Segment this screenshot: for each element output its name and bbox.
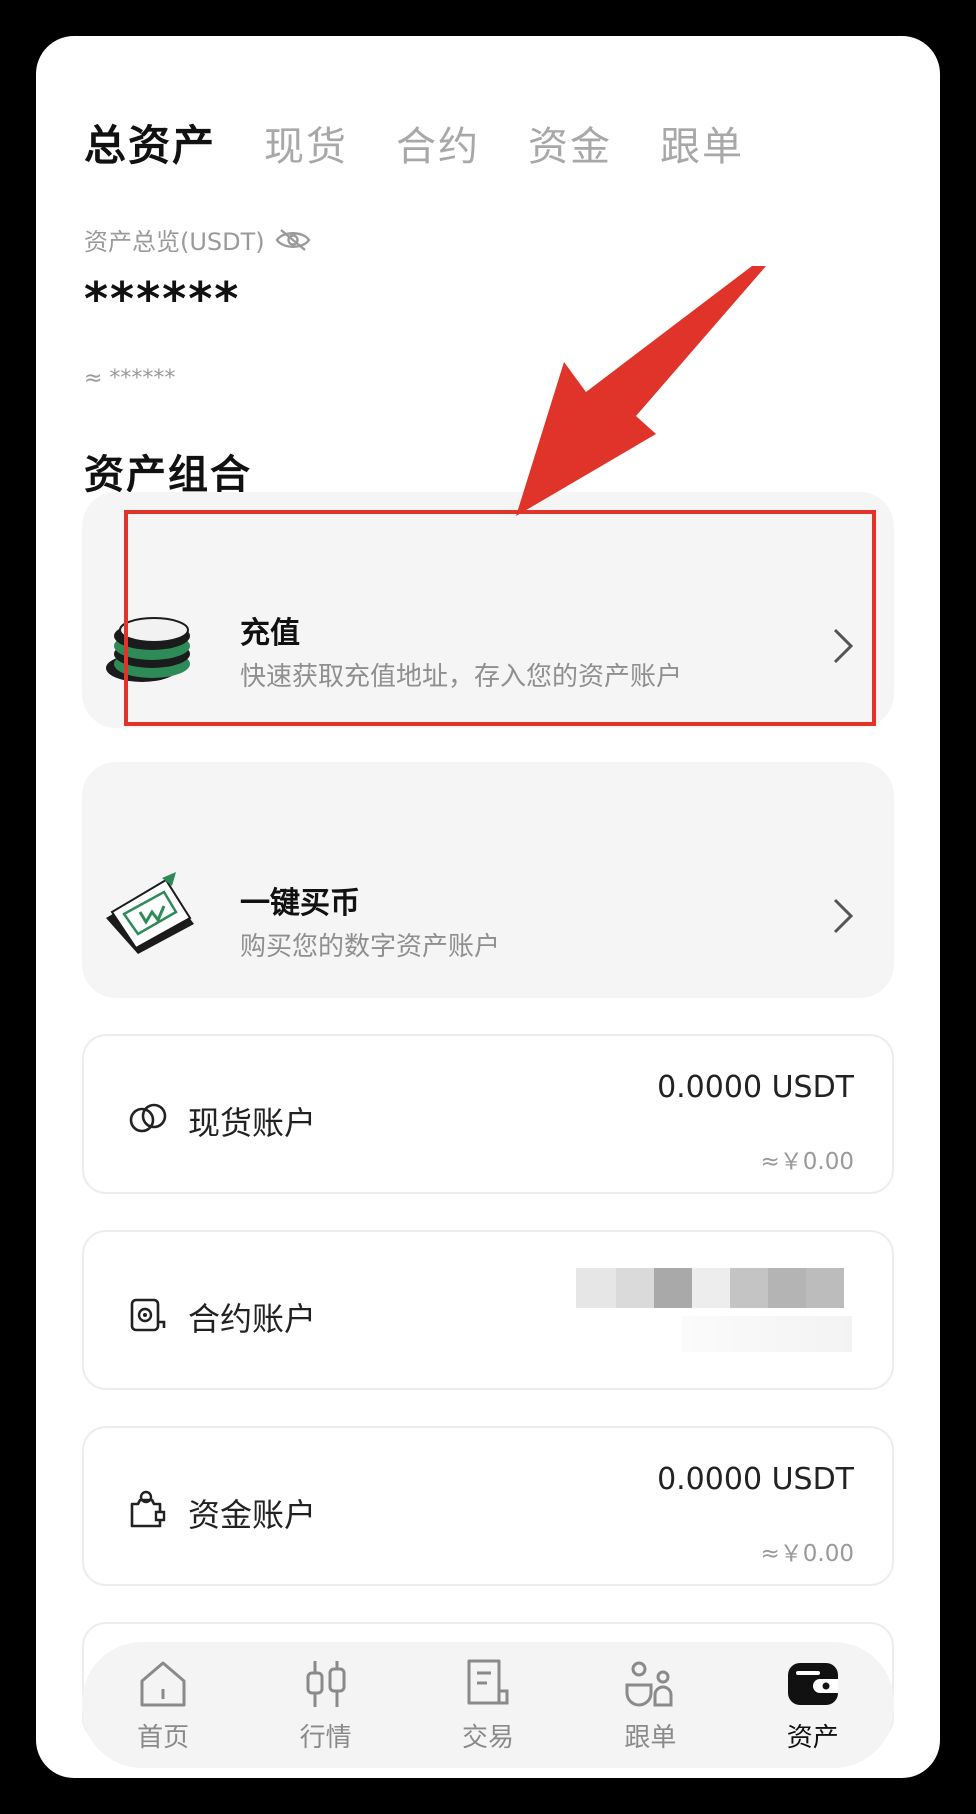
- asset-tabs: 总资产 现货 合约 资金 跟单: [84, 112, 792, 173]
- trade-document-icon: [467, 1659, 509, 1704]
- chevron-right-icon: [833, 898, 854, 934]
- phone-screen: 总资产 现货 合约 资金 跟单 资产总览(USDT) ****** ≈ ****…: [36, 36, 940, 1778]
- deposit-subtitle: 快速获取充值地址，存入您的资产账户: [240, 662, 683, 692]
- fund-bag-icon: [130, 1490, 166, 1528]
- home-icon: [140, 1661, 186, 1706]
- nav-assets[interactable]: 资产: [753, 1657, 873, 1754]
- spot-account-amount: 0.0000 USDT: [657, 1070, 854, 1105]
- spot-account-card[interactable]: 现货账户 0.0000 USDT ≈￥0.00: [82, 1034, 894, 1194]
- nav-copy-trade-label: 跟单: [624, 1722, 677, 1753]
- overview-label: 资产总览(USDT): [84, 228, 265, 256]
- eye-hidden-icon[interactable]: [275, 227, 311, 253]
- deposit-card[interactable]: 充值 快速获取充值地址，存入您的资产账户: [82, 492, 894, 728]
- buy-crypto-title: 一键买币: [240, 886, 360, 921]
- wallet-icon: [787, 1662, 838, 1705]
- nav-trade-label: 交易: [461, 1722, 514, 1753]
- total-balance-approx: ≈ ******: [84, 366, 176, 391]
- contract-account-card[interactable]: 合约账户: [82, 1230, 894, 1390]
- tab-total-assets[interactable]: 总资产: [84, 112, 216, 173]
- tab-copy-trading[interactable]: 跟单: [660, 114, 744, 172]
- nav-home-label: 首页: [137, 1722, 190, 1753]
- fund-account-card[interactable]: 资金账户 0.0000 USDT ≈￥0.00: [82, 1426, 894, 1586]
- fund-account-name: 资金账户: [188, 1496, 317, 1534]
- fund-account-cny: ≈￥0.00: [760, 1541, 854, 1567]
- nav-assets-label: 资产: [786, 1722, 839, 1753]
- spot-account-name: 现货账户: [188, 1104, 317, 1142]
- bottom-nav: 首页 行情 交易 跟单 资产: [82, 1642, 894, 1768]
- tab-spot[interactable]: 现货: [264, 114, 348, 172]
- fund-account-amount: 0.0000 USDT: [657, 1462, 854, 1497]
- nav-home[interactable]: 首页: [103, 1657, 223, 1754]
- coin-stack-icon: [106, 617, 190, 682]
- total-balance: ******: [84, 272, 241, 326]
- nav-copy-trade[interactable]: 跟单: [590, 1657, 710, 1754]
- contract-account-name: 合约账户: [188, 1300, 317, 1338]
- nav-market-label: 行情: [299, 1722, 352, 1753]
- deposit-title: 充值: [240, 616, 300, 651]
- chevron-right-icon: [833, 628, 854, 664]
- tab-contract[interactable]: 合约: [396, 114, 480, 172]
- nav-market[interactable]: 行情: [266, 1657, 386, 1754]
- tab-funds[interactable]: 资金: [528, 114, 612, 172]
- copy-trade-icon: [625, 1661, 673, 1706]
- buy-crypto-subtitle: 购买您的数字资产账户: [240, 932, 501, 962]
- buy-crypto-card-icon: [106, 872, 194, 954]
- candlestick-icon: [306, 1660, 346, 1707]
- contract-safe-icon: [130, 1298, 166, 1332]
- contract-cny-blurred: [682, 1316, 852, 1352]
- overview-label-row: 资产总览(USDT): [84, 222, 311, 257]
- buy-crypto-card[interactable]: 一键买币 购买您的数字资产账户: [82, 762, 894, 998]
- spot-coins-icon: [129, 1103, 167, 1133]
- nav-trade[interactable]: 交易: [428, 1657, 548, 1754]
- spot-account-cny: ≈￥0.00: [760, 1149, 854, 1175]
- contract-amount-blurred: [576, 1268, 844, 1308]
